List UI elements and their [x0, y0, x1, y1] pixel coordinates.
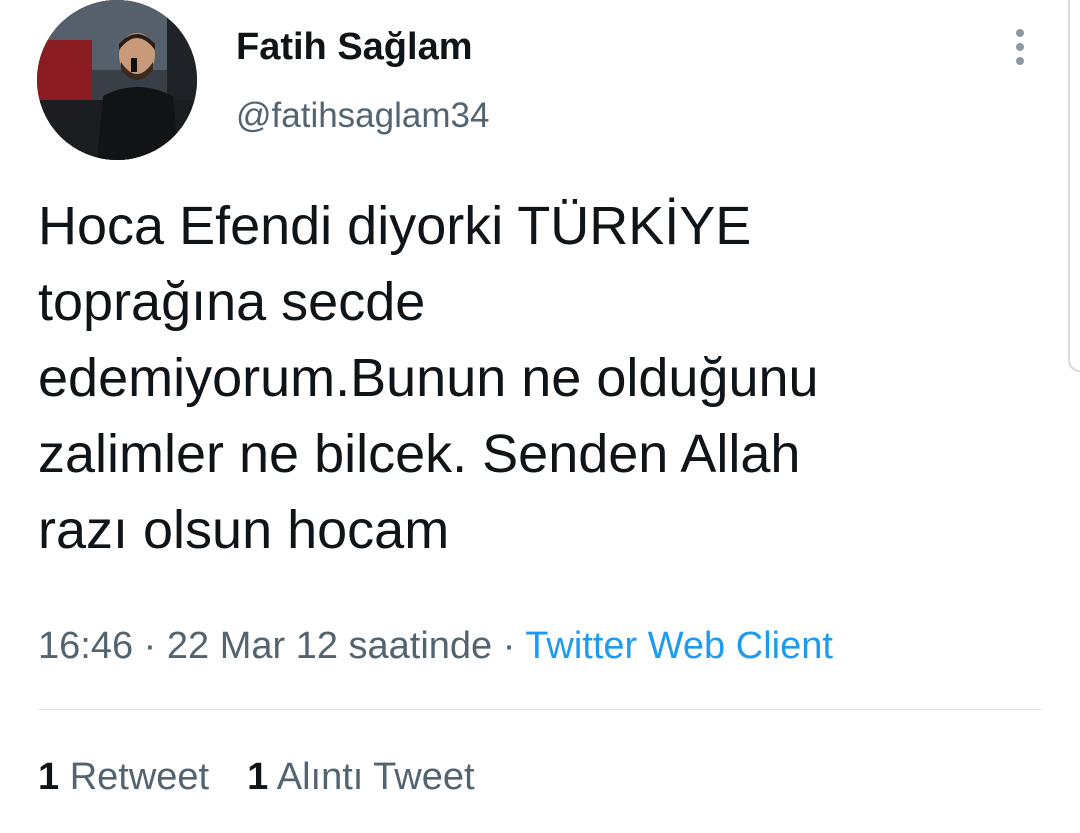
tweet-text: Hoca Efendi diyorki TÜRKİYE toprağına se… — [38, 196, 819, 560]
author-handle[interactable]: @fatihsaglam34 — [236, 95, 489, 137]
more-options-button[interactable] — [1002, 22, 1038, 72]
quote-tweets-stat[interactable]: 1 Alıntı Tweet — [247, 753, 474, 801]
retweets-count: 1 — [38, 756, 60, 798]
meta-separator: · — [492, 625, 526, 667]
more-vertical-icon-dot — [1016, 43, 1024, 51]
tweet-meta: 16:46 · 22 Mar 12 saatinde · Twitter Web… — [38, 622, 833, 670]
tweet-timestamp[interactable]: 16:46 · 22 Mar 12 saatinde — [38, 625, 492, 667]
more-vertical-icon-dot — [1016, 57, 1024, 65]
author-display-name[interactable]: Fatih Sağlam — [236, 24, 473, 70]
quotes-count: 1 — [247, 756, 269, 798]
scroll-edge — [1068, 0, 1080, 372]
retweets-label: Retweet — [69, 756, 210, 798]
divider — [38, 709, 1042, 710]
quotes-label: Alıntı Tweet — [276, 756, 475, 798]
retweets-stat[interactable]: 1 Retweet — [38, 753, 209, 801]
tweet-source-link[interactable]: Twitter Web Client — [525, 625, 833, 667]
avatar[interactable] — [37, 0, 197, 160]
more-vertical-icon — [1016, 29, 1024, 37]
tweet-stats: 1 Retweet 1 Alıntı Tweet — [38, 753, 475, 801]
